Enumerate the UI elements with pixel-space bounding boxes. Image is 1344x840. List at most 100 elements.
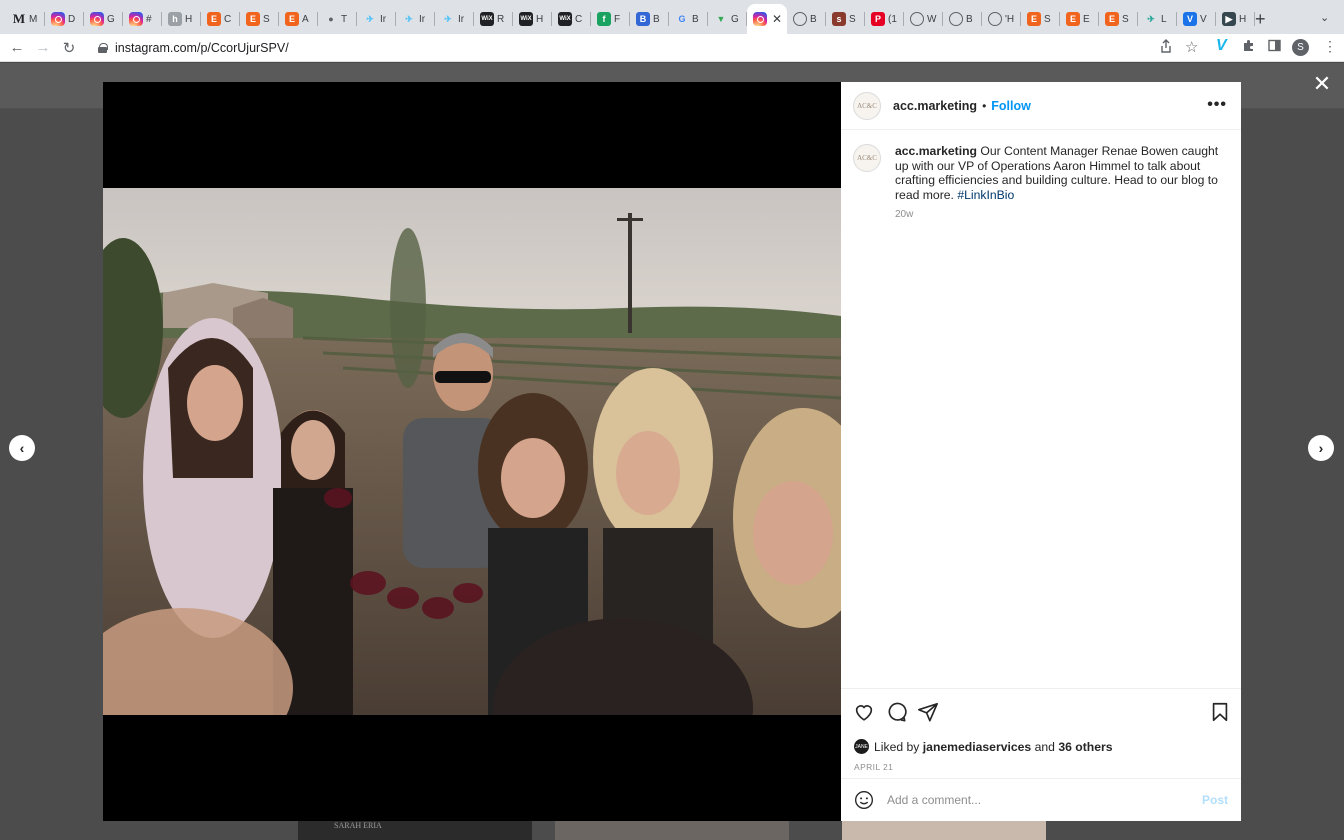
separator-dot: • [982, 98, 987, 113]
more-options-icon[interactable]: ••• [1207, 96, 1227, 114]
caption-author-avatar[interactable]: AC&C [853, 144, 881, 172]
browser-tab[interactable]: fF [591, 6, 630, 32]
liked-by-others[interactable]: 36 others [1058, 740, 1112, 754]
browser-tab[interactable]: BB [630, 6, 669, 32]
chrome-menu-icon[interactable]: ⋮ [1323, 38, 1337, 55]
save-bookmark-icon[interactable] [1209, 701, 1233, 725]
browser-tab[interactable]: D [45, 6, 84, 32]
browser-tab[interactable]: ✈ Ir [357, 6, 396, 32]
post-media[interactable] [103, 82, 841, 821]
comment-input[interactable] [887, 793, 1187, 807]
browser-tab[interactable]: MM [6, 6, 45, 32]
tab-title: V [1200, 13, 1207, 25]
tab-favicon-icon: V [1183, 12, 1197, 26]
tab-title: (1 [888, 13, 897, 25]
browser-tab[interactable]: WiX H [513, 6, 552, 32]
tab-favicon-icon: ✈ [405, 13, 413, 24]
tab-title: W [927, 13, 937, 25]
caption-hashtag[interactable]: #LinkInBio [957, 188, 1014, 202]
tab-favicon-icon: ▼ [716, 14, 726, 24]
tab-title: Ir [419, 13, 426, 25]
liker-avatar[interactable]: JANE [854, 739, 869, 754]
tab-favicon-icon: E [1027, 12, 1041, 26]
browser-tab[interactable]: ✕ [747, 4, 787, 34]
profile-avatar[interactable]: S [1292, 39, 1309, 56]
tab-title: B [653, 13, 660, 25]
forward-icon[interactable]: → [34, 39, 52, 56]
browser-tab[interactable]: ✈ Ir [435, 6, 474, 32]
browser-tab[interactable]: # [123, 6, 162, 32]
back-icon[interactable]: ← [8, 39, 26, 56]
close-modal-icon[interactable]: ✕ [1312, 73, 1332, 95]
tab-title: E [1083, 13, 1090, 25]
previous-post-icon[interactable]: ‹ [9, 435, 35, 461]
follow-button[interactable]: Follow [991, 99, 1031, 113]
author-username[interactable]: acc.marketing [893, 99, 977, 113]
browser-tab[interactable]: 'H [982, 6, 1021, 32]
comment-bubble-icon[interactable] [885, 701, 909, 725]
tab-favicon-icon: M [12, 11, 26, 26]
tab-favicon-icon [949, 12, 963, 26]
tab-favicon-icon: E [1105, 12, 1119, 26]
tab-search-icon[interactable]: ⌄ [1320, 11, 1329, 24]
browser-tab[interactable]: B [943, 6, 982, 32]
bookmark-star-icon[interactable]: ☆ [1185, 38, 1198, 56]
browser-tab[interactable]: WiX C [552, 6, 591, 32]
browser-tab[interactable]: ES [240, 6, 279, 32]
browser-tab[interactable]: W [904, 6, 943, 32]
tab-title: C [575, 13, 583, 25]
vimeo-extension-icon[interactable]: V [1216, 37, 1227, 55]
browser-tab[interactable]: EE [1060, 6, 1099, 32]
liked-by-prefix: Liked by [874, 739, 920, 754]
like-heart-icon[interactable] [853, 701, 877, 725]
next-post-icon[interactable]: › [1308, 435, 1334, 461]
browser-tab[interactable]: sS [826, 6, 865, 32]
post-date[interactable]: APRIL 21 [854, 762, 893, 772]
browser-tab[interactable]: ● T [318, 6, 357, 32]
browser-tab[interactable]: ES [1021, 6, 1060, 32]
side-panel-icon[interactable] [1268, 39, 1281, 55]
tab-title: B [692, 13, 699, 25]
browser-tab[interactable]: ▶ H [1216, 6, 1255, 32]
share-icon[interactable] [1160, 39, 1172, 56]
tab-favicon-icon [129, 12, 143, 26]
browser-tab[interactable]: ✈ Ir [396, 6, 435, 32]
browser-tab[interactable]: G [84, 6, 123, 32]
tab-favicon-icon: G [678, 14, 686, 24]
liked-by-mid: and [1034, 739, 1055, 754]
browser-tab[interactable]: B [787, 6, 826, 32]
browser-tab[interactable]: ES [1099, 6, 1138, 32]
author-avatar[interactable]: AC&C [853, 91, 881, 120]
browser-tab[interactable]: EA [279, 6, 318, 32]
browser-tab[interactable]: WiX R [474, 6, 513, 32]
browser-tab[interactable]: P (1 [865, 6, 904, 32]
reload-icon[interactable]: ↻ [60, 39, 78, 57]
liked-by-user[interactable]: janemediaservices [923, 740, 1031, 754]
emoji-icon[interactable] [854, 790, 874, 810]
browser-tab[interactable]: ▼ G [708, 6, 747, 32]
tab-favicon-icon: E [207, 12, 221, 26]
tab-title: Ir [380, 13, 387, 25]
share-send-icon[interactable] [917, 701, 941, 725]
tab-title: Ir [458, 13, 465, 25]
caption-timestamp[interactable]: 20w [895, 208, 1225, 223]
tab-favicon-icon: ▶ [1222, 12, 1236, 26]
tab-title: H [536, 13, 544, 25]
tab-favicon-icon [90, 12, 104, 26]
browser-tab[interactable]: hH [162, 6, 201, 32]
tab-title: G [107, 13, 115, 25]
browser-tab[interactable]: ✈ L [1138, 6, 1177, 32]
post-details-panel: AC&C acc.marketing • Follow ••• AC&C acc… [841, 82, 1241, 821]
new-tab-button[interactable]: + [1255, 9, 1266, 30]
browser-tab[interactable]: EC [201, 6, 240, 32]
tab-title: T [341, 13, 348, 25]
address-bar[interactable]: instagram.com/p/CcorUjurSPV/ [86, 36, 1206, 60]
tab-close-icon[interactable]: ✕ [772, 12, 782, 26]
tab-favicon-icon: E [285, 12, 299, 26]
tab-favicon-icon: s [832, 12, 846, 26]
browser-tab[interactable]: GB [669, 6, 708, 32]
caption-username[interactable]: acc.marketing [895, 144, 977, 158]
browser-tab[interactable]: VV [1177, 6, 1216, 32]
extensions-puzzle-icon[interactable] [1242, 39, 1255, 55]
post-comment-button[interactable]: Post [1202, 793, 1228, 807]
